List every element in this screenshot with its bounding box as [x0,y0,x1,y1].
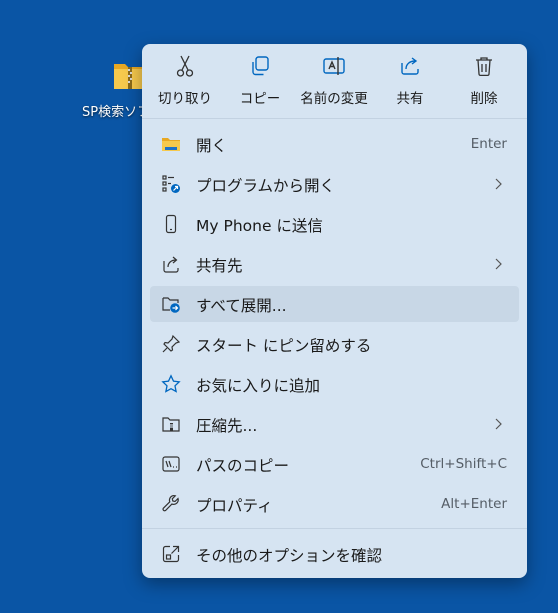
shortcut-label: Enter [470,136,507,152]
delete-icon [476,57,492,77]
chevron-right-icon [495,178,502,190]
star-icon [161,374,181,393]
menu-item-copy-path[interactable]: パスのコピー Ctrl+Shift+C [150,446,519,482]
rename-icon [323,57,345,75]
menu-item-compress-to[interactable]: 圧縮先... [150,406,519,442]
delete-label: 削除 [470,91,498,107]
copy-icon [252,56,269,76]
menu-item-label: すべて展開... [196,297,287,315]
chevron-right-icon [495,258,502,270]
menu-item-label: 圧縮先... [196,417,258,435]
copy-label: コピー [239,91,281,107]
share-to-icon [163,256,179,273]
menu-item-share-to[interactable]: 共有先 [150,246,519,282]
cut-icon [176,55,194,77]
compress-icon [162,417,180,432]
menu-item-send-to-phone[interactable]: My Phone に送信 [150,206,519,242]
wrench-icon [162,495,179,512]
share-button[interactable]: 共有 [392,54,428,112]
shortcut-label: Ctrl+Shift+C [420,456,507,472]
menu-item-label: プログラムから開く [196,177,336,195]
copy-button[interactable]: コピー [238,54,282,112]
pin-icon [162,334,181,353]
menu-item-properties[interactable]: プロパティ Alt+Enter [150,486,519,522]
menu-item-add-favorites[interactable]: お気に入りに追加 [150,366,519,402]
phone-icon [165,214,177,234]
menu-item-more-options[interactable]: その他のオプションを確認 [150,536,519,572]
menu-separator [142,528,527,529]
rename-label: 名前の変更 [300,91,368,107]
extract-icon [162,297,180,313]
desktop-file-label: SP検索ソフ [82,105,151,120]
folder-icon [162,138,180,151]
quick-action-bar: 切り取り コピー 名前の変更 共有 削除 [142,44,527,119]
menu-item-label: 共有先 [196,257,243,275]
copy-path-icon [162,456,180,472]
more-options-icon [162,545,180,563]
rename-button[interactable]: 名前の変更 [296,54,372,112]
menu-item-open-with[interactable]: プログラムから開く [150,166,519,202]
shortcut-label: Alt+Enter [441,496,507,512]
share-label: 共有 [396,91,424,107]
context-menu: 切り取り コピー 名前の変更 共有 削除 開く Enter プログラムから開く … [142,44,527,578]
open-with-icon [162,175,180,193]
cut-button[interactable]: 切り取り [156,54,214,112]
menu-item-label: プロパティ [196,497,273,515]
menu-item-pin-to-start[interactable]: スタート にピン留めする [150,326,519,362]
menu-item-label: お気に入りに追加 [196,377,321,395]
menu-item-label: その他のオプションを確認 [196,547,383,565]
menu-item-label: パスのコピー [196,457,290,475]
share-icon [401,57,419,75]
chevron-right-icon [495,418,502,430]
menu-item-extract-all[interactable]: すべて展開... [150,286,519,322]
menu-item-label: 開く [196,137,228,155]
menu-item-open[interactable]: 開く Enter [150,126,519,162]
cut-label: 切り取り [158,91,212,107]
delete-button[interactable]: 削除 [466,54,502,112]
menu-item-label: スタート にピン留めする [196,337,372,355]
menu-item-label: My Phone に送信 [196,217,323,235]
